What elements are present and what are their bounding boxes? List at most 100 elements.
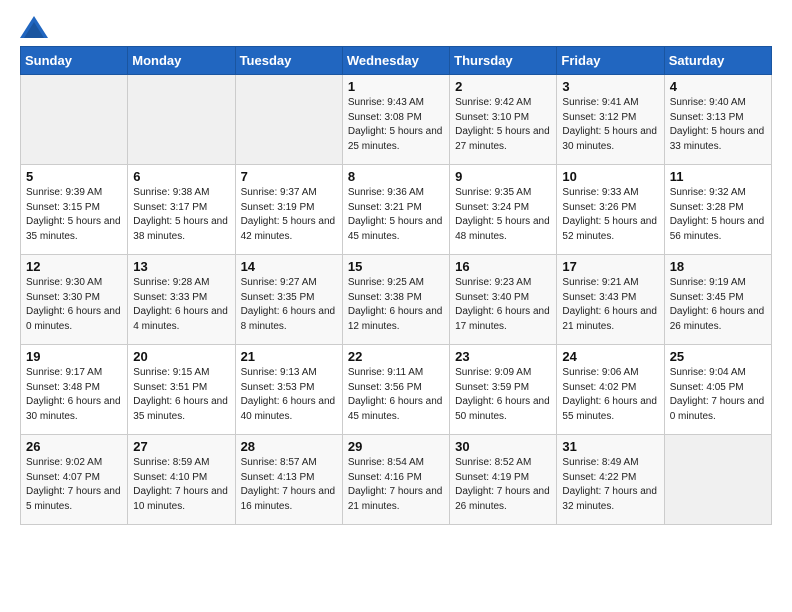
- calendar-cell: 11 Sunrise: 9:32 AM Sunset: 3:28 PM Dayli…: [664, 165, 771, 255]
- cell-day-number: 2: [455, 79, 551, 94]
- cell-day-number: 21: [241, 349, 337, 364]
- cell-day-number: 29: [348, 439, 444, 454]
- calendar-cell: [21, 75, 128, 165]
- cell-daylight-info: Sunrise: 9:30 AM Sunset: 3:30 PM Dayligh…: [26, 276, 122, 334]
- cell-daylight-info: Sunrise: 9:15 AM Sunset: 3:51 PM Dayligh…: [133, 366, 229, 424]
- cell-day-number: 13: [133, 259, 229, 274]
- cell-daylight-info: Sunrise: 9:33 AM Sunset: 3:26 PM Dayligh…: [562, 186, 658, 244]
- cell-day-number: 16: [455, 259, 551, 274]
- calendar-cell: 12 Sunrise: 9:30 AM Sunset: 3:30 PM Dayli…: [21, 255, 128, 345]
- calendar-cell: 10 Sunrise: 9:33 AM Sunset: 3:26 PM Dayli…: [557, 165, 664, 255]
- cell-daylight-info: Sunrise: 9:39 AM Sunset: 3:15 PM Dayligh…: [26, 186, 122, 244]
- calendar-cell: 14Sunrise: 9:27 AM Sunset: 3:35 PM Dayli…: [235, 255, 342, 345]
- calendar-week-row: 26 Sunrise: 9:02 AM Sunset: 4:07 PM Dayli…: [21, 435, 772, 525]
- cell-daylight-info: Sunrise: 9:21 AM Sunset: 3:43 PM Dayligh…: [562, 276, 658, 334]
- cell-daylight-info: Sunrise: 9:28 AM Sunset: 3:33 PM Dayligh…: [133, 276, 229, 334]
- calendar-cell: 29Sunrise: 8:54 AM Sunset: 4:16 PM Dayli…: [342, 435, 449, 525]
- header: [20, 16, 772, 38]
- calendar-cell: 30 Sunrise: 8:52 AM Sunset: 4:19 PM Dayli…: [450, 435, 557, 525]
- calendar-cell: 17 Sunrise: 9:21 AM Sunset: 3:43 PM Dayli…: [557, 255, 664, 345]
- calendar-cell: 15 Sunrise: 9:25 AM Sunset: 3:38 PM Dayli…: [342, 255, 449, 345]
- calendar-cell: [235, 75, 342, 165]
- calendar-cell: 3Sunrise: 9:41 AM Sunset: 3:12 PM Daylig…: [557, 75, 664, 165]
- cell-day-number: 11: [670, 169, 766, 184]
- cell-day-number: 6: [133, 169, 229, 184]
- cell-day-number: 10: [562, 169, 658, 184]
- weekday-header-row: SundayMondayTuesdayWednesdayThursdayFrid…: [21, 47, 772, 75]
- cell-day-number: 20: [133, 349, 229, 364]
- calendar-cell: 20 Sunrise: 9:15 AM Sunset: 3:51 PM Dayli…: [128, 345, 235, 435]
- weekday-header-sunday: Sunday: [21, 47, 128, 75]
- cell-daylight-info: Sunrise: 9:23 AM Sunset: 3:40 PM Dayligh…: [455, 276, 551, 334]
- cell-day-number: 31: [562, 439, 658, 454]
- calendar-cell: 16 Sunrise: 9:23 AM Sunset: 3:40 PM Dayli…: [450, 255, 557, 345]
- calendar-cell: 23Sunrise: 9:09 AM Sunset: 3:59 PM Dayli…: [450, 345, 557, 435]
- calendar-cell: [128, 75, 235, 165]
- weekday-header-thursday: Thursday: [450, 47, 557, 75]
- calendar-cell: 19 Sunrise: 9:17 AM Sunset: 3:48 PM Dayli…: [21, 345, 128, 435]
- weekday-header-wednesday: Wednesday: [342, 47, 449, 75]
- cell-day-number: 15: [348, 259, 444, 274]
- cell-day-number: 3: [562, 79, 658, 94]
- calendar-page: SundayMondayTuesdayWednesdayThursdayFrid…: [0, 0, 792, 541]
- calendar-cell: [664, 435, 771, 525]
- cell-daylight-info: Sunrise: 8:57 AM Sunset: 4:13 PM Dayligh…: [241, 456, 337, 514]
- cell-day-number: 30: [455, 439, 551, 454]
- calendar-cell: 27 Sunrise: 8:59 AM Sunset: 4:10 PM Dayli…: [128, 435, 235, 525]
- calendar-cell: 2Sunrise: 9:42 AM Sunset: 3:10 PM Daylig…: [450, 75, 557, 165]
- cell-daylight-info: Sunrise: 8:59 AM Sunset: 4:10 PM Dayligh…: [133, 456, 229, 514]
- weekday-header-monday: Monday: [128, 47, 235, 75]
- calendar-cell: 9 Sunrise: 9:35 AM Sunset: 3:24 PM Daylig…: [450, 165, 557, 255]
- cell-day-number: 1: [348, 79, 444, 94]
- calendar-cell: 25Sunrise: 9:04 AM Sunset: 4:05 PM Dayli…: [664, 345, 771, 435]
- weekday-header-saturday: Saturday: [664, 47, 771, 75]
- cell-day-number: 17: [562, 259, 658, 274]
- cell-daylight-info: Sunrise: 9:25 AM Sunset: 3:38 PM Dayligh…: [348, 276, 444, 334]
- cell-daylight-info: Sunrise: 8:49 AM Sunset: 4:22 PM Dayligh…: [562, 456, 658, 514]
- calendar-cell: 28 Sunrise: 8:57 AM Sunset: 4:13 PM Dayli…: [235, 435, 342, 525]
- cell-day-number: 5: [26, 169, 122, 184]
- cell-day-number: 19: [26, 349, 122, 364]
- logo: [20, 16, 52, 38]
- cell-day-number: 22: [348, 349, 444, 364]
- cell-daylight-info: Sunrise: 9:19 AM Sunset: 3:45 PM Dayligh…: [670, 276, 766, 334]
- calendar-cell: 22 Sunrise: 9:11 AM Sunset: 3:56 PM Dayli…: [342, 345, 449, 435]
- cell-daylight-info: Sunrise: 9:02 AM Sunset: 4:07 PM Dayligh…: [26, 456, 122, 514]
- cell-day-number: 23: [455, 349, 551, 364]
- calendar-cell: 8Sunrise: 9:36 AM Sunset: 3:21 PM Daylig…: [342, 165, 449, 255]
- calendar-cell: 7Sunrise: 9:37 AM Sunset: 3:19 PM Daylig…: [235, 165, 342, 255]
- cell-day-number: 26: [26, 439, 122, 454]
- cell-daylight-info: Sunrise: 9:43 AM Sunset: 3:08 PM Dayligh…: [348, 96, 444, 154]
- cell-day-number: 18: [670, 259, 766, 274]
- cell-daylight-info: Sunrise: 9:36 AM Sunset: 3:21 PM Dayligh…: [348, 186, 444, 244]
- cell-day-number: 28: [241, 439, 337, 454]
- cell-daylight-info: Sunrise: 9:35 AM Sunset: 3:24 PM Dayligh…: [455, 186, 551, 244]
- cell-day-number: 4: [670, 79, 766, 94]
- cell-daylight-info: Sunrise: 9:06 AM Sunset: 4:02 PM Dayligh…: [562, 366, 658, 424]
- calendar-cell: 4 Sunrise: 9:40 AM Sunset: 3:13 PM Daylig…: [664, 75, 771, 165]
- cell-daylight-info: Sunrise: 9:27 AM Sunset: 3:35 PM Dayligh…: [241, 276, 337, 334]
- calendar-cell: 13 Sunrise: 9:28 AM Sunset: 3:33 PM Dayli…: [128, 255, 235, 345]
- cell-day-number: 27: [133, 439, 229, 454]
- calendar-week-row: 1 Sunrise: 9:43 AM Sunset: 3:08 PM Daylig…: [21, 75, 772, 165]
- cell-daylight-info: Sunrise: 9:38 AM Sunset: 3:17 PM Dayligh…: [133, 186, 229, 244]
- weekday-header-friday: Friday: [557, 47, 664, 75]
- calendar-cell: 21 Sunrise: 9:13 AM Sunset: 3:53 PM Dayli…: [235, 345, 342, 435]
- calendar-week-row: 12 Sunrise: 9:30 AM Sunset: 3:30 PM Dayli…: [21, 255, 772, 345]
- logo-icon: [20, 16, 48, 38]
- cell-day-number: 25: [670, 349, 766, 364]
- cell-day-number: 24: [562, 349, 658, 364]
- calendar-cell: 31 Sunrise: 8:49 AM Sunset: 4:22 PM Dayli…: [557, 435, 664, 525]
- cell-day-number: 9: [455, 169, 551, 184]
- cell-day-number: 12: [26, 259, 122, 274]
- cell-daylight-info: Sunrise: 9:11 AM Sunset: 3:56 PM Dayligh…: [348, 366, 444, 424]
- calendar-table: SundayMondayTuesdayWednesdayThursdayFrid…: [20, 46, 772, 525]
- cell-daylight-info: Sunrise: 9:13 AM Sunset: 3:53 PM Dayligh…: [241, 366, 337, 424]
- cell-daylight-info: Sunrise: 9:32 AM Sunset: 3:28 PM Dayligh…: [670, 186, 766, 244]
- cell-day-number: 7: [241, 169, 337, 184]
- cell-daylight-info: Sunrise: 8:52 AM Sunset: 4:19 PM Dayligh…: [455, 456, 551, 514]
- calendar-cell: 18 Sunrise: 9:19 AM Sunset: 3:45 PM Dayli…: [664, 255, 771, 345]
- cell-daylight-info: Sunrise: 9:17 AM Sunset: 3:48 PM Dayligh…: [26, 366, 122, 424]
- cell-daylight-info: Sunrise: 9:40 AM Sunset: 3:13 PM Dayligh…: [670, 96, 766, 154]
- calendar-cell: 6 Sunrise: 9:38 AM Sunset: 3:17 PM Daylig…: [128, 165, 235, 255]
